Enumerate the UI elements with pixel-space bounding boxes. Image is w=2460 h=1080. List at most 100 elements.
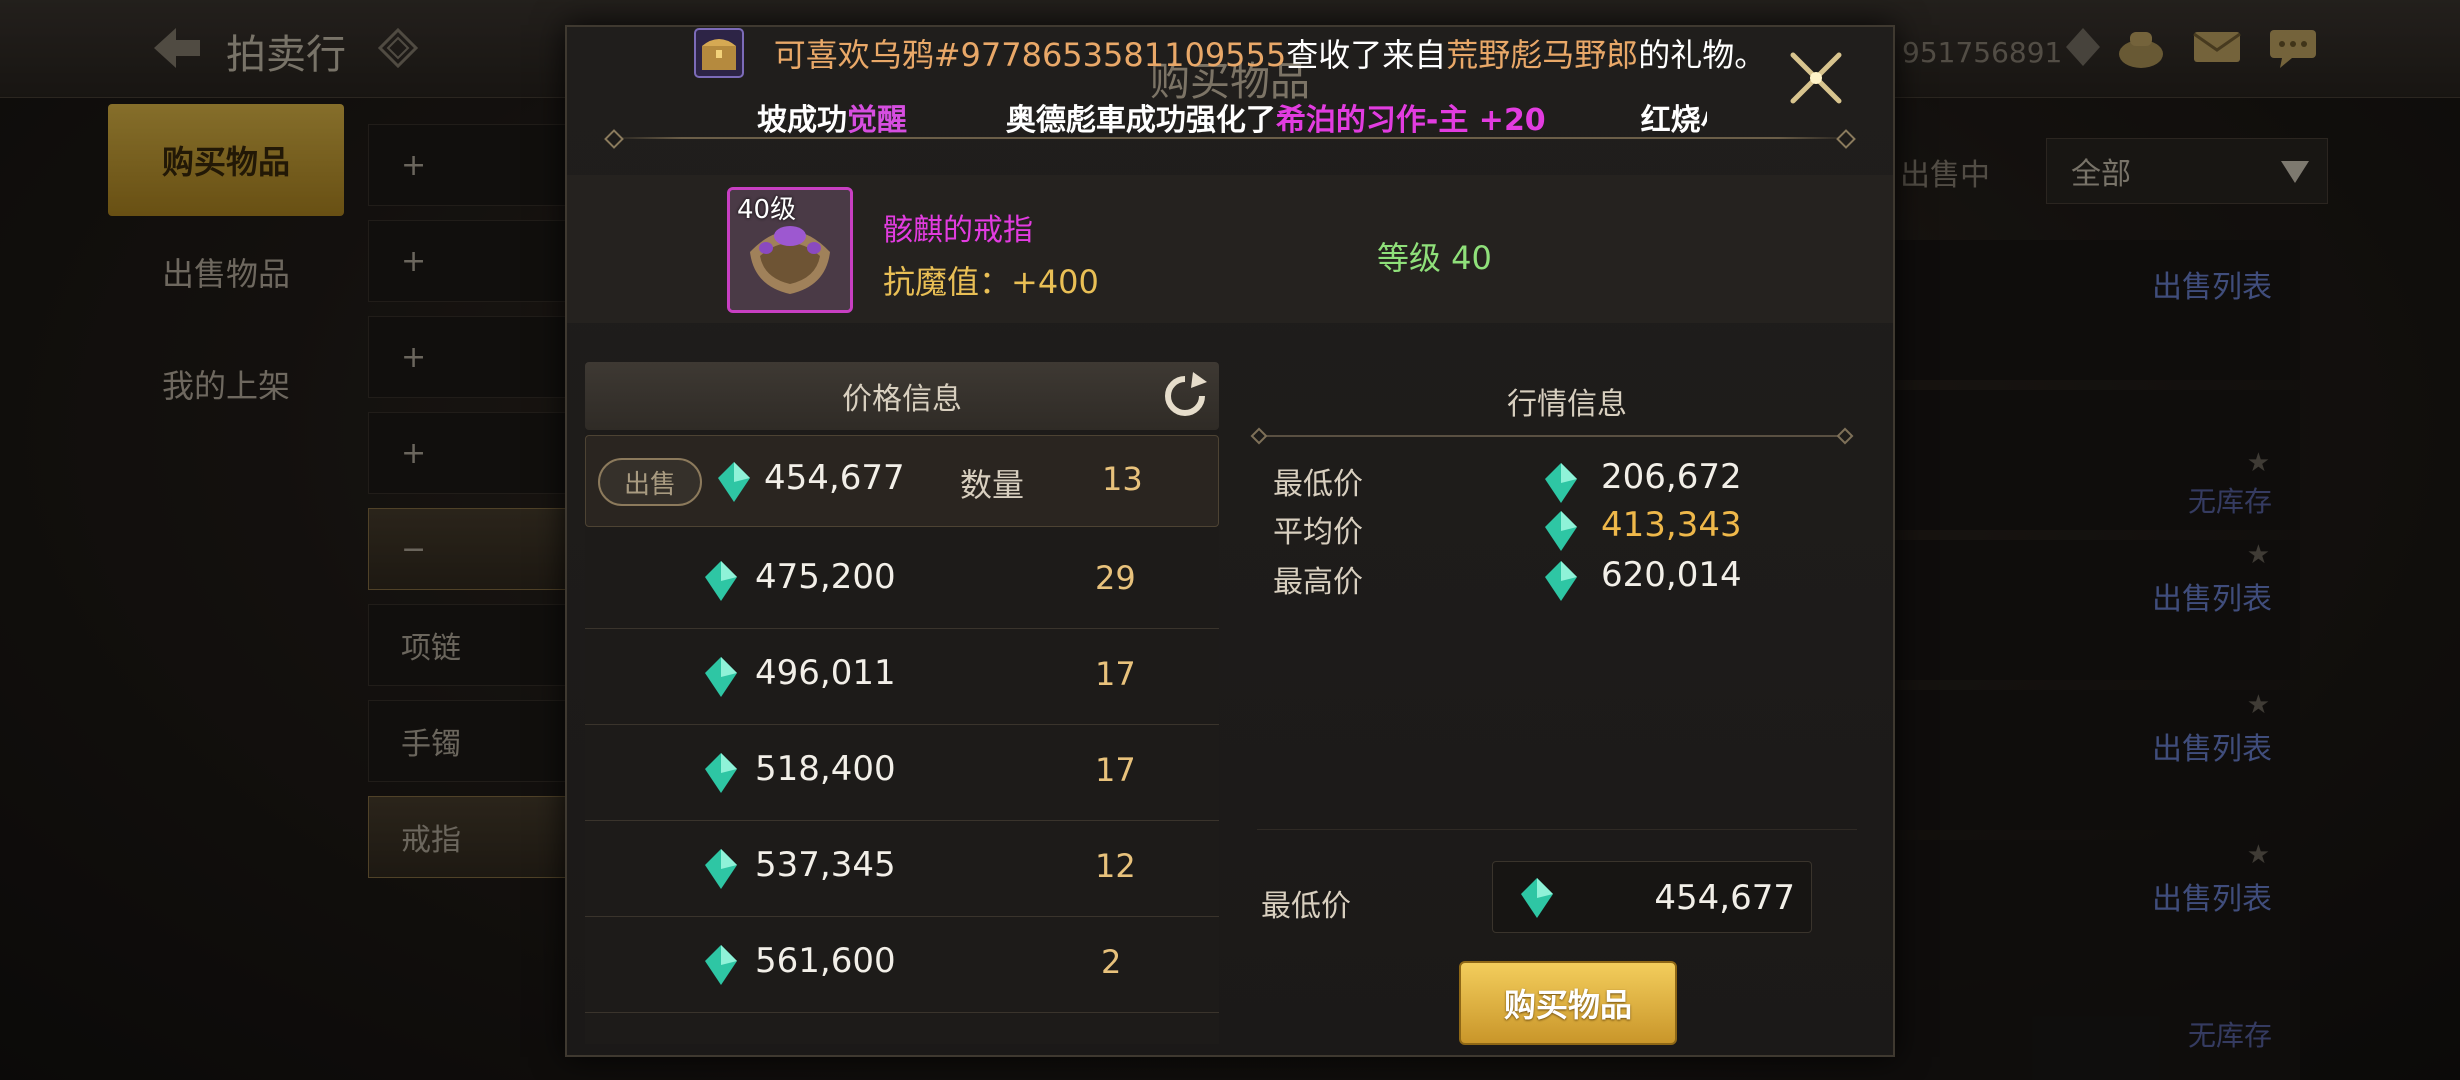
- category-necklace[interactable]: 项链: [368, 604, 568, 686]
- menu-buy[interactable]: 购买物品: [108, 104, 344, 216]
- sell-list-link[interactable]: 出售列表: [2152, 874, 2272, 918]
- category-expand[interactable]: +: [368, 124, 568, 206]
- ticker-highlight: 希泊的习作-主 +20: [1275, 103, 1546, 138]
- filter-dropdown[interactable]: 全部: [2046, 138, 2328, 204]
- category-expand[interactable]: +: [368, 220, 568, 302]
- gem-icon: [1545, 463, 1577, 503]
- menu-my-listings-label: 我的上架: [161, 367, 290, 405]
- currency-amount: 951756891: [1902, 36, 2063, 69]
- price-row[interactable]: 496,011 17: [585, 629, 1219, 725]
- purchase-divider: [1257, 829, 1857, 830]
- price-panel-header: 价格信息: [585, 362, 1219, 430]
- quantity-label: 数量: [960, 466, 1025, 504]
- market-max-value: 620,014: [1601, 555, 1742, 595]
- price-value: 475,200: [755, 557, 896, 597]
- sell-list-link[interactable]: 出售列表: [2152, 724, 2272, 768]
- quantity-value: 13: [1102, 460, 1143, 498]
- purchase-min-value: 454,677: [1654, 878, 1795, 918]
- listing-row[interactable]: 无库存: [1880, 990, 2300, 1080]
- item-level-tag: 40级: [737, 195, 797, 225]
- menu-my-listings[interactable]: 我的上架: [108, 328, 344, 440]
- plus-icon: +: [401, 339, 427, 375]
- item-name: 骸麒的戒指: [883, 213, 1033, 248]
- mail-icon[interactable]: [2190, 24, 2244, 70]
- ticker-text: 坡成功: [757, 103, 847, 138]
- quantity-value: 29: [1095, 559, 1136, 597]
- listing-row[interactable]: ★ 出售列表: [1880, 540, 2300, 680]
- plus-icon: +: [401, 435, 427, 471]
- sell-badge: 出售: [598, 458, 702, 506]
- price-row[interactable]: 537,345 12: [585, 821, 1219, 917]
- gem-icon: [705, 753, 737, 793]
- back-arrow-icon[interactable]: [146, 18, 206, 78]
- out-of-stock-label: 无库存: [2187, 485, 2272, 518]
- gem-icon: [1521, 878, 1553, 918]
- price-row[interactable]: 475,200 29: [585, 533, 1219, 629]
- category-list: + + + + − 项链 手镯 戒指: [368, 124, 568, 892]
- dropdown-arrow-icon: [2281, 161, 2309, 183]
- price-row[interactable]: 518,400 17: [585, 725, 1219, 821]
- market-avg-label: 平均价: [1273, 515, 1363, 550]
- category-bracelet-label: 手镯: [401, 727, 461, 762]
- category-expand[interactable]: +: [368, 412, 568, 494]
- star-icon[interactable]: ★: [2247, 840, 2270, 870]
- ticker-text: 红烧小: [1640, 103, 1707, 138]
- listing-row[interactable]: ★ 无库存: [1880, 390, 2300, 530]
- listing-row[interactable]: ★ 出售列表: [1880, 690, 2300, 830]
- star-icon[interactable]: ★: [2247, 540, 2270, 570]
- chat-icon[interactable]: [2266, 24, 2320, 70]
- quantity-value: 2: [1101, 943, 1122, 981]
- gem-icon: [1545, 561, 1577, 601]
- category-expand[interactable]: +: [368, 316, 568, 398]
- menu-buy-label: 购买物品: [161, 143, 290, 181]
- star-icon[interactable]: ★: [2247, 690, 2270, 720]
- left-menu: 购买物品 出售物品 我的上架: [108, 104, 344, 440]
- market-avg-value: 413,343: [1601, 505, 1742, 545]
- gem-icon: [718, 462, 750, 502]
- listing-row[interactable]: 出售列表: [1880, 240, 2300, 380]
- item-level: 等级 40: [1377, 239, 1492, 277]
- buy-item-button[interactable]: 购买物品: [1459, 961, 1677, 1045]
- gem-icon: [705, 657, 737, 697]
- menu-sell[interactable]: 出售物品: [108, 216, 344, 328]
- filter-value: 全部: [2071, 157, 2131, 192]
- category-bracelet[interactable]: 手镯: [368, 700, 568, 782]
- ticker-divider: [607, 137, 1853, 139]
- listing-row[interactable]: ★ 出售列表: [1880, 840, 2300, 980]
- price-row[interactable]: 出售 454,677 数量 13: [585, 435, 1219, 527]
- sell-list-link[interactable]: 出售列表: [2152, 574, 2272, 618]
- gem-icon: [705, 849, 737, 889]
- price-value: 496,011: [755, 653, 896, 693]
- star-icon[interactable]: ★: [2247, 448, 2270, 478]
- gem-icon: [705, 945, 737, 985]
- price-row[interactable]: 561,600 2: [585, 917, 1219, 1013]
- minus-icon: −: [401, 531, 427, 567]
- quantity-value: 12: [1095, 847, 1136, 885]
- notify-action: 查收了来自: [1286, 36, 1447, 74]
- market-panel-title: 行情信息: [1507, 387, 1627, 422]
- quantity-value: 17: [1095, 751, 1136, 789]
- category-ring[interactable]: 戒指: [368, 796, 568, 878]
- notify-suffix: 的礼物。: [1638, 36, 1767, 74]
- sell-list-link[interactable]: 出售列表: [2152, 262, 2272, 306]
- market-min-label: 最低价: [1273, 467, 1363, 502]
- refresh-icon[interactable]: [1157, 368, 1213, 424]
- price-value: 454,677: [764, 458, 905, 498]
- bag-icon[interactable]: [2114, 24, 2168, 70]
- gem-icon: [1545, 511, 1577, 551]
- gem-currency-icon: [2066, 28, 2100, 66]
- price-value: 518,400: [755, 749, 896, 789]
- out-of-stock-label: 无库存: [2187, 1019, 2272, 1052]
- gem-outline-icon: [378, 28, 418, 68]
- ticker-highlight: 觉醒: [847, 103, 907, 138]
- treasure-chest-icon: [693, 28, 744, 78]
- price-panel-title: 价格信息: [842, 382, 962, 417]
- purchase-min-price-box: 454,677: [1492, 861, 1812, 933]
- ticker-text: 奥德彪車成功强化了: [1005, 103, 1276, 138]
- auction-house-title: 拍卖行: [226, 32, 346, 78]
- category-necklace-label: 项链: [401, 631, 461, 666]
- announcement-ticker: 坡成功觉醒 奥德彪車成功强化了希泊的习作-主 +20 红烧小: [757, 95, 1707, 149]
- category-collapse[interactable]: −: [368, 508, 568, 590]
- market-divider: [1257, 435, 1847, 437]
- gem-icon: [705, 561, 737, 601]
